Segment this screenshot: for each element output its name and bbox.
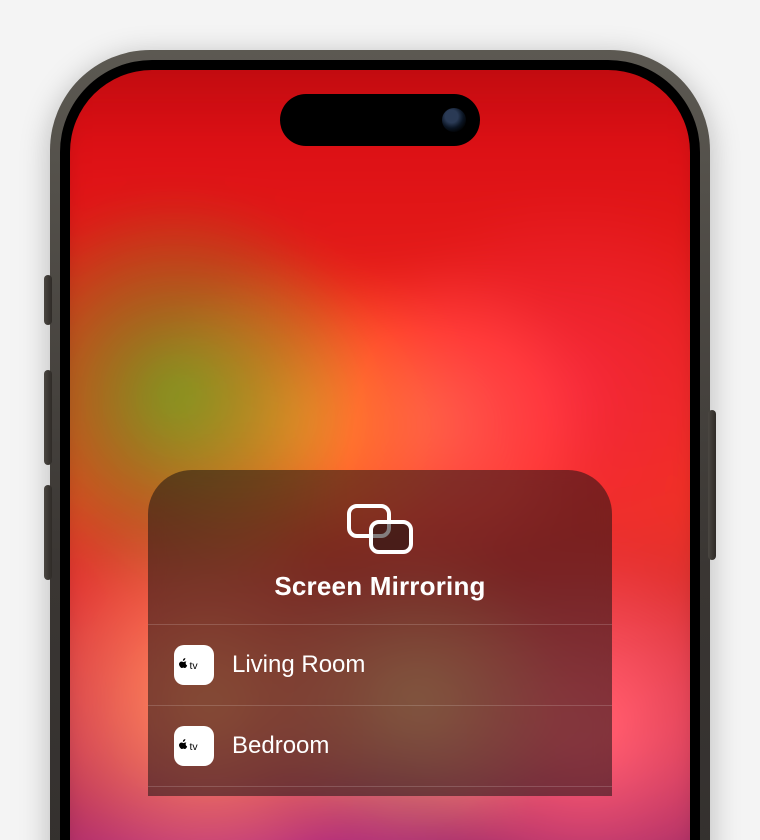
- apple-tv-icon: tv: [174, 726, 214, 766]
- screen-mirroring-panel: Screen Mirroring tv Living Room: [148, 470, 612, 796]
- apple-tv-icon: tv: [174, 645, 214, 685]
- phone-bezel: Screen Mirroring tv Living Room: [60, 60, 700, 840]
- screen-mirroring-icon: [347, 504, 413, 554]
- mute-switch[interactable]: [44, 275, 52, 325]
- power-button[interactable]: [708, 410, 716, 560]
- phone-frame: Screen Mirroring tv Living Room: [50, 50, 710, 840]
- device-row-bedroom[interactable]: tv Bedroom: [148, 705, 612, 786]
- panel-header: Screen Mirroring: [148, 470, 612, 624]
- device-list: tv Living Room tv Bedroom: [148, 624, 612, 796]
- list-divider: [148, 786, 612, 796]
- device-label: Living Room: [232, 651, 365, 679]
- dynamic-island: [280, 94, 480, 146]
- volume-up-button[interactable]: [44, 370, 52, 465]
- svg-text:tv: tv: [190, 741, 199, 753]
- panel-title: Screen Mirroring: [168, 571, 592, 602]
- device-label: Bedroom: [232, 732, 329, 760]
- volume-down-button[interactable]: [44, 485, 52, 580]
- device-row-living-room[interactable]: tv Living Room: [148, 624, 612, 705]
- svg-text:tv: tv: [190, 660, 199, 672]
- screen: Screen Mirroring tv Living Room: [70, 70, 690, 840]
